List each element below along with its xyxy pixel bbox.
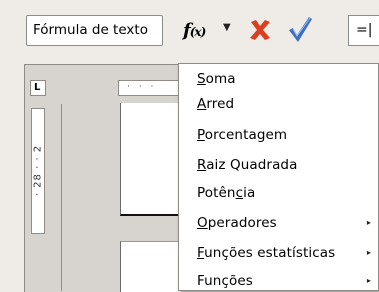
menu-item-mnemonic: A	[197, 96, 207, 112]
tab-stop-selector[interactable]: L	[30, 80, 46, 96]
menu-item-label: unções estatísticas	[204, 245, 336, 261]
x-icon	[250, 20, 270, 40]
vertical-ruler[interactable]: · 28 · · 2	[31, 108, 45, 234]
menu-item-porcentagem[interactable]: Porcentagem	[197, 124, 377, 146]
document-page[interactable]	[120, 103, 181, 216]
submenu-arrow-icon: ▸	[366, 248, 371, 257]
name-box[interactable]: Fórmula de texto	[26, 15, 163, 46]
function-wizard-button[interactable]: f(x) ▼	[178, 17, 232, 45]
chevron-down-icon: ▼	[223, 22, 231, 33]
menu-item-label: rred	[206, 96, 235, 112]
menu-item-mnemonic: O	[197, 215, 208, 231]
tab-left-icon: L	[34, 82, 41, 93]
submenu-arrow-icon: ▸	[366, 218, 371, 227]
menu-item-label: ia	[243, 185, 256, 201]
menu-item-raiz-quadrada[interactable]: Raiz Quadrada	[197, 154, 377, 176]
menu-item-label: Potên	[197, 185, 236, 201]
menu-item-funcoes-estatisticas[interactable]: Funções estatísticas ▸	[197, 242, 377, 264]
function-menu: Soma Arred Porcentagem Raiz Quadrada Pot…	[178, 63, 379, 291]
menu-item-funcoes[interactable]: Funções ▸	[197, 270, 377, 292]
menu-item-label: orcentagem	[204, 127, 288, 143]
vertical-ruler-label: · 28 · · 2	[32, 144, 44, 197]
fx-icon: f(x)	[183, 20, 206, 41]
menu-item-mnemonic: R	[197, 157, 207, 173]
menu-item-arred[interactable]: Arred	[197, 93, 377, 115]
menu-item-label: Funções	[197, 273, 253, 289]
check-icon	[289, 17, 312, 42]
formula-toolbar: Fórmula de texto f(x) ▼ =|	[0, 0, 379, 62]
menu-item-potencia[interactable]: Potência	[197, 182, 377, 204]
accept-button[interactable]	[286, 14, 314, 44]
menu-item-mnemonic: S	[197, 71, 206, 87]
menu-item-operadores[interactable]: Operadores ▸	[197, 212, 377, 234]
cancel-button[interactable]	[246, 15, 274, 45]
menu-item-label: oma	[205, 71, 236, 87]
menu-item-soma[interactable]: Soma	[197, 68, 377, 90]
formula-input[interactable]: =|	[348, 15, 379, 46]
menu-item-label: peradores	[207, 215, 277, 231]
margin-line	[61, 104, 62, 291]
menu-item-label: aiz Quadrada	[206, 157, 298, 173]
menu-item-mnemonic: P	[197, 127, 205, 143]
document-page[interactable]	[120, 241, 181, 292]
submenu-arrow-icon: ▸	[366, 276, 371, 285]
horizontal-ruler[interactable]: · · ·	[118, 80, 180, 96]
menu-item-mnemonic: c	[235, 185, 244, 201]
